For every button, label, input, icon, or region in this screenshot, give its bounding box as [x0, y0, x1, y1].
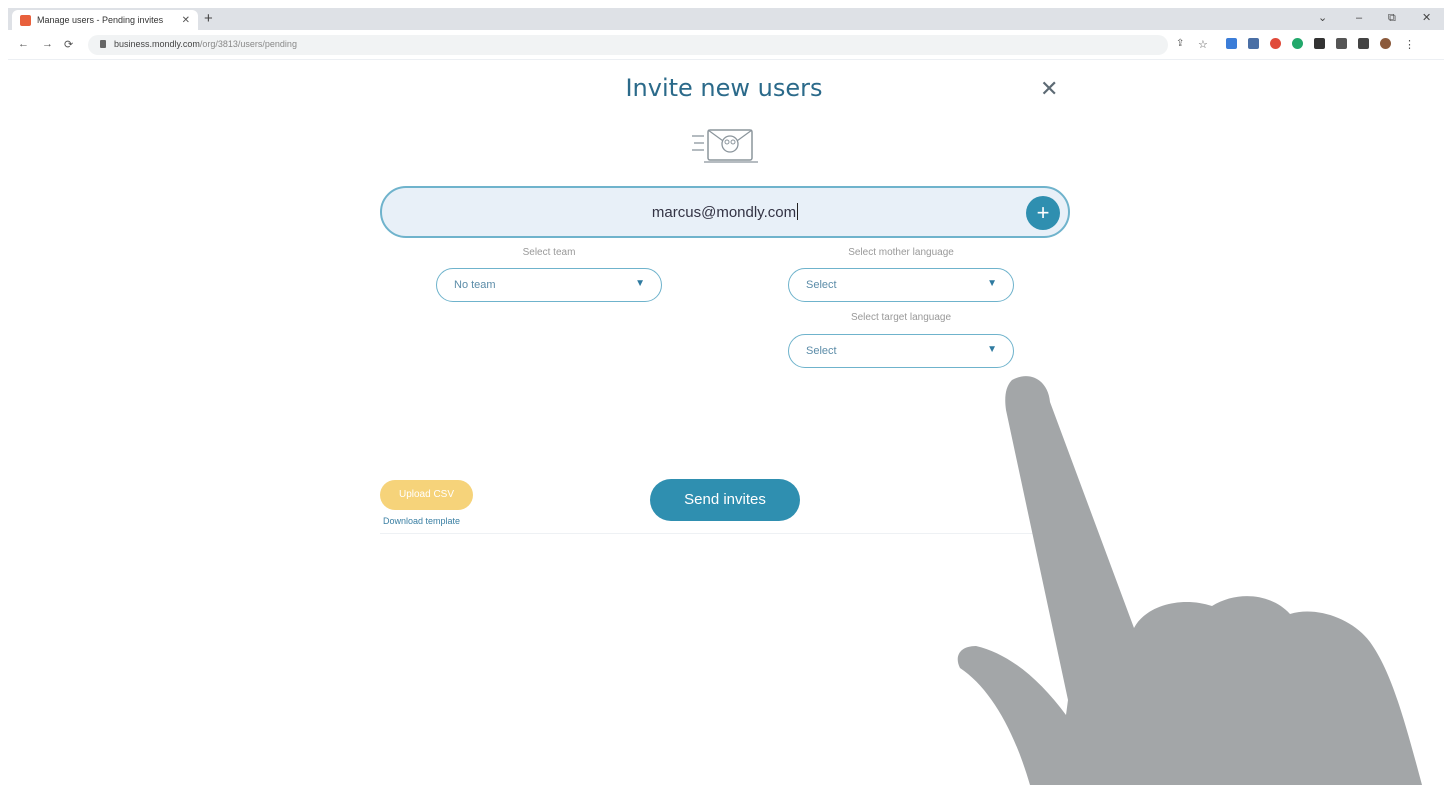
reload-icon[interactable]: ⟳: [64, 38, 73, 51]
extension-dark-icon[interactable]: [1314, 38, 1325, 49]
address-bar[interactable]: business.mondly.com/org/3813/users/pendi…: [88, 35, 1168, 55]
download-template-link[interactable]: Download template: [383, 516, 460, 526]
target-language-select-value: Select: [806, 345, 837, 357]
lock-icon: [100, 40, 106, 48]
modal-title: Invite new users: [625, 74, 823, 102]
back-icon[interactable]: ←: [18, 38, 29, 50]
bookmark-star-icon[interactable]: ☆: [1198, 38, 1208, 51]
share-icon[interactable]: ⇪: [1176, 38, 1184, 49]
email-value: marcus@mondly.com: [651, 204, 797, 221]
extension-user-icon[interactable]: [1248, 38, 1259, 49]
mother-language-select[interactable]: Select ▼: [788, 268, 1014, 302]
text-caret: [797, 203, 799, 220]
profile-avatar[interactable]: [1380, 38, 1391, 49]
minimize-button[interactable]: –: [1356, 10, 1362, 26]
browser-tabstrip: Manage users - Pending invites ✕ + ⌄ – ⧉…: [8, 8, 1444, 30]
mother-language-label: Select mother language: [848, 247, 954, 258]
extension-screenshot-icon[interactable]: [1226, 38, 1237, 49]
add-email-button[interactable]: +: [1026, 196, 1060, 230]
url-text: business.mondly.com/org/3813/users/pendi…: [114, 39, 297, 49]
pointing-hand-icon: [957, 376, 1422, 785]
browser-toolbar: ← → ⟳ business.mondly.com/org/3813/users…: [8, 30, 1444, 60]
tab-title: Manage users - Pending invites: [37, 15, 164, 25]
send-invites-button[interactable]: Send invites: [650, 479, 800, 521]
mother-language-select-value: Select: [806, 279, 837, 291]
chevron-down-icon: ▼: [987, 278, 997, 289]
team-label: Select team: [522, 247, 576, 258]
upload-csv-button[interactable]: Upload CSV: [380, 480, 473, 510]
chevron-down-icon: ▼: [635, 278, 645, 289]
sidebar-icon[interactable]: [1358, 38, 1369, 49]
chevron-down-icon: ▼: [987, 344, 997, 355]
extension-green-icon[interactable]: [1292, 38, 1303, 49]
email-input[interactable]: marcus@mondly.com +: [380, 186, 1070, 238]
team-select[interactable]: No team ▼: [436, 268, 662, 302]
tab-search-icon[interactable]: ⌄: [1318, 10, 1327, 26]
new-tab-button[interactable]: +: [204, 10, 213, 28]
tab-close-icon[interactable]: ✕: [182, 15, 190, 26]
window-close-button[interactable]: ✕: [1422, 10, 1431, 26]
target-language-label: Select target language: [850, 312, 952, 323]
browser-tab[interactable]: Manage users - Pending invites ✕: [12, 10, 198, 30]
target-language-select[interactable]: Select ▼: [788, 334, 1014, 368]
extension-color-icon[interactable]: [1270, 38, 1281, 49]
team-select-value: No team: [454, 279, 496, 291]
mondly-favicon-icon: [20, 14, 31, 26]
maximize-button[interactable]: ⧉: [1388, 10, 1396, 26]
browser-menu-icon[interactable]: ⋮: [1404, 38, 1415, 51]
extensions-puzzle-icon[interactable]: [1336, 38, 1347, 49]
modal-close-icon[interactable]: ✕: [1040, 78, 1058, 100]
invite-envelope-illustration: [692, 129, 758, 163]
forward-icon[interactable]: →: [42, 38, 53, 50]
